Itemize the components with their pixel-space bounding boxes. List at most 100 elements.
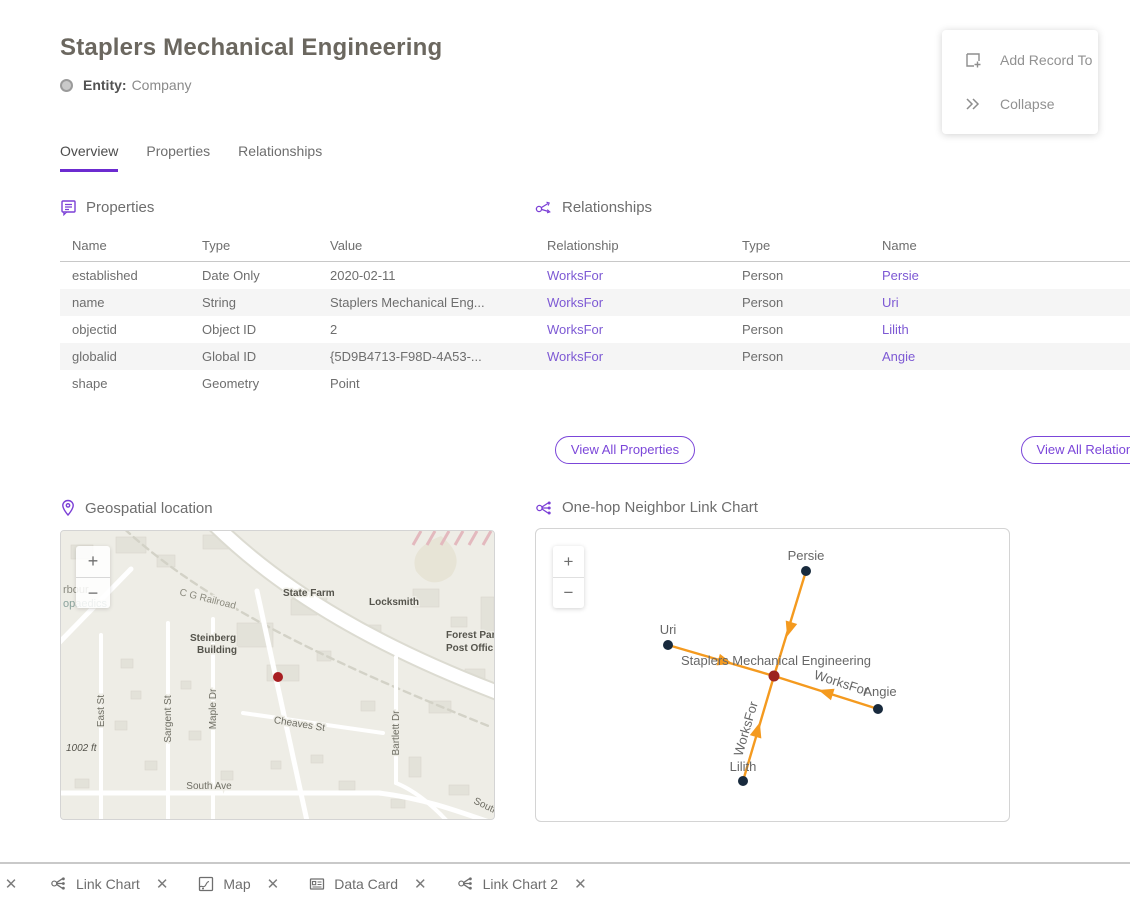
menu-item-collapse[interactable]: Collapse [942,82,1098,126]
prop-name: shape [60,370,190,397]
node-lilith[interactable] [738,776,748,786]
prop-name: globalid [60,343,190,370]
entity-link[interactable]: Angie [882,349,915,364]
entity-type-dot [60,79,73,92]
data-card-icon [309,876,325,892]
relationships-section-header: Relationships [535,199,1015,216]
prop-type: Geometry [190,370,318,397]
col-header: Type [190,231,318,262]
entity-link[interactable]: Lilith [882,322,909,337]
link-chart-icon [457,876,474,891]
rel-type: Person [730,262,870,290]
menu-item-label: Collapse [1000,96,1054,112]
view-tab-label: Link Chart [76,876,140,892]
close-icon[interactable]: ✕ [414,875,427,893]
tab-overview[interactable]: Overview [60,143,118,172]
table-row: shape Geometry Point [60,370,1130,397]
properties-section-title: Properties [86,199,154,216]
entity-row: Entity: Company [60,77,191,93]
entity-link[interactable]: Persie [882,268,919,283]
view-all-relationships-button[interactable]: View All Relationships [1021,436,1130,464]
properties-icon [60,199,77,216]
data-card-page: Staplers Mechanical Engineering Entity: … [0,0,1130,903]
table-row: WorksFor Person Angie [535,343,1130,370]
edge-label: WorksFor [812,667,871,698]
svg-text:Post Offic: Post Offic [446,643,494,654]
map-zoom-in-button[interactable]: + [76,546,110,577]
prop-name: name [60,289,190,316]
svg-text:Steinberg: Steinberg [190,633,236,644]
link-chart-zoom-in-button[interactable]: + [553,546,584,577]
page-title: Staplers Mechanical Engineering [60,34,442,62]
tab-relationships[interactable]: Relationships [238,143,322,172]
node-label: Lilith [730,759,757,774]
menu-item-add-record-to[interactable]: Add Record To [942,38,1098,82]
node-uri[interactable] [663,640,673,650]
relationship-link[interactable]: WorksFor [547,349,603,364]
node-center[interactable] [769,671,780,682]
link-chart-icon [50,876,67,891]
link-chart-view[interactable]: + − [535,528,1010,822]
center-node-label: Staplers Mechanical Engineering [681,653,871,668]
map-pin-icon [60,499,76,517]
prop-value: Point [318,370,1130,397]
link-chart-zoom-control: + − [553,546,584,608]
geospatial-section-title: Geospatial location [85,500,213,517]
rel-type: Person [730,316,870,343]
map-zoom-control: + − [76,546,110,608]
link-chart-icon [535,500,553,516]
table-row: WorksFor Person Persie [535,262,1130,290]
map-zoom-out-button[interactable]: − [76,577,110,608]
relationship-link[interactable]: WorksFor [547,268,603,283]
graph-nodes [663,566,883,786]
view-tab-link-chart[interactable]: Link Chart ✕ [50,875,168,893]
svg-text:Forest Par: Forest Par [446,630,495,641]
prop-name: established [60,262,190,290]
svg-text:Locksmith: Locksmith [369,597,419,608]
collapse-icon [964,95,982,113]
col-header: Name [60,231,190,262]
view-tab-label: Link Chart 2 [483,876,558,892]
view-tab-map[interactable]: Map ✕ [198,875,279,893]
node-label: Uri [660,622,677,637]
rel-type: Person [730,343,870,370]
svg-text:Maple Dr: Maple Dr [208,688,219,729]
col-header: Name [870,231,1130,262]
close-icon[interactable]: ✕ [267,875,280,893]
relationship-link[interactable]: WorksFor [547,322,603,337]
link-chart-zoom-out-button[interactable]: − [553,577,584,608]
basemap: rbour opaedics C G Railroad State Farm L… [61,531,495,820]
relationships-section-title: Relationships [562,199,652,216]
col-header: Relationship [535,231,730,262]
table-row: WorksFor Person Lilith [535,316,1130,343]
close-icon[interactable]: ✕ [156,875,169,893]
relationship-link[interactable]: WorksFor [547,295,603,310]
node-persie[interactable] [801,566,811,576]
close-icon[interactable]: ✕ [2,875,20,893]
link-chart-section-title: One-hop Neighbor Link Chart [562,499,758,516]
menu-item-label: Add Record To [1000,52,1092,68]
map-icon [198,876,214,892]
svg-text:South Ave: South Ave [186,781,232,792]
svg-text:Bartlett Dr: Bartlett Dr [391,710,402,756]
node-angie[interactable] [873,704,883,714]
map-view[interactable]: + − [60,530,495,820]
svg-text:Sargent St: Sargent St [163,695,174,742]
view-tab-bar: ✕ Link Chart ✕ Map [0,862,1130,903]
entity-value: Company [132,77,192,93]
col-header: Type [730,231,870,262]
prop-type: Date Only [190,262,318,290]
svg-text:State Farm: State Farm [283,588,335,599]
svg-text:East St: East St [96,695,107,727]
view-tab-data-card[interactable]: Data Card ✕ [309,875,426,893]
tab-properties[interactable]: Properties [146,143,210,172]
svg-text:1002 ft: 1002 ft [66,743,98,754]
link-chart-graph: Persie Uri Lilith Angie Staplers Mechani… [536,529,1010,822]
prop-type: Global ID [190,343,318,370]
geospatial-section-header: Geospatial location [60,499,495,517]
entity-link[interactable]: Uri [882,295,899,310]
close-icon[interactable]: ✕ [574,875,587,893]
prop-name: objectid [60,316,190,343]
node-label: Persie [788,548,825,563]
view-tab-link-chart-2[interactable]: Link Chart 2 ✕ [457,875,587,893]
